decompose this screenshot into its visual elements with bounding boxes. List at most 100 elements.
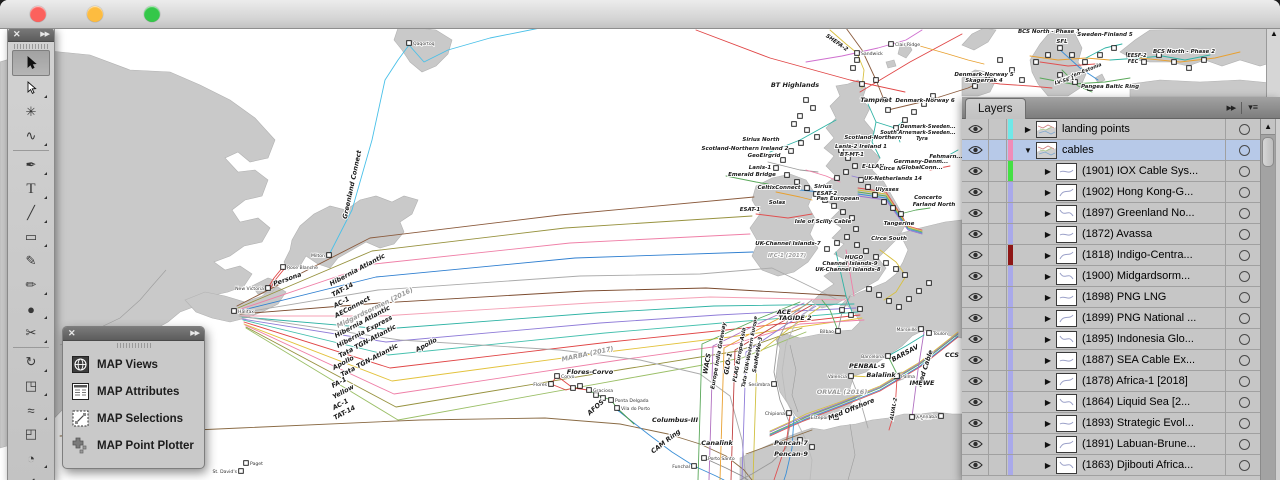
- direct-selection-tool[interactable]: [13, 76, 49, 100]
- cable-label[interactable]: Fehmarn...: [928, 153, 963, 161]
- landing-point[interactable]: [865, 184, 871, 190]
- landing-point[interactable]: [798, 140, 804, 146]
- landing-point[interactable]: [896, 304, 902, 310]
- landing-point[interactable]: [854, 50, 860, 56]
- expand-toggle-icon[interactable]: ▶: [1043, 230, 1053, 239]
- landing-point[interactable]: [614, 405, 620, 411]
- target-circle[interactable]: [1239, 123, 1250, 135]
- width-tool[interactable]: ≈: [13, 398, 49, 422]
- tools-panel-header[interactable]: ✕ ▶▶: [8, 28, 54, 42]
- landing-point[interactable]: [859, 81, 865, 87]
- layer-thumbnail[interactable]: [1056, 372, 1077, 390]
- landing-point[interactable]: [586, 387, 592, 393]
- lock-column-cell[interactable]: [989, 140, 1007, 160]
- cable-label[interactable]: Pencan-9: [773, 449, 809, 459]
- target-circle[interactable]: [1239, 312, 1250, 324]
- expand-toggle-icon[interactable]: ▶: [1043, 209, 1053, 218]
- layer-row[interactable]: ▶ (1891) Labuan-Brune...: [962, 434, 1261, 455]
- landing-point[interactable]: [854, 242, 860, 248]
- cable-label[interactable]: FEC: [1127, 58, 1140, 66]
- layer-thumbnail[interactable]: [1056, 309, 1077, 327]
- landing-point[interactable]: [848, 312, 854, 318]
- target-circle[interactable]: [1239, 396, 1250, 408]
- line-tool[interactable]: ╱: [13, 201, 49, 225]
- layer-row[interactable]: ▶ (1897) Greenland No...: [962, 203, 1261, 224]
- minimize-button[interactable]: [87, 6, 103, 22]
- landing-point[interactable]: [577, 383, 583, 389]
- layer-name[interactable]: (1864) Liquid Sea [2...: [1082, 396, 1190, 408]
- panel-drag-handle[interactable]: [63, 341, 204, 349]
- visibility-toggle-eye-icon[interactable]: [962, 392, 989, 412]
- layer-name[interactable]: (1901) IOX Cable Sys...: [1082, 165, 1198, 177]
- landing-point[interactable]: [326, 252, 332, 258]
- visibility-toggle-eye-icon[interactable]: [962, 413, 989, 433]
- map-panel-item-map-point-plotter[interactable]: MAP Point Plotter: [71, 432, 204, 459]
- layer-name[interactable]: (1872) Avassa: [1082, 228, 1152, 240]
- landing-point[interactable]: [780, 157, 786, 163]
- visibility-toggle-eye-icon[interactable]: [962, 266, 989, 286]
- cable-label[interactable]: Canalink: [700, 438, 734, 448]
- landmass[interactable]: [1129, 79, 1280, 98]
- layer-thumbnail[interactable]: [1056, 393, 1077, 411]
- rectangle-tool[interactable]: ▭: [13, 225, 49, 249]
- landing-point[interactable]: [804, 127, 810, 133]
- landing-point[interactable]: [786, 410, 792, 416]
- landing-point[interactable]: [1082, 59, 1088, 65]
- lock-column-cell[interactable]: [989, 413, 1007, 433]
- cable-label[interactable]: Pan European: [816, 195, 861, 203]
- layers-scrollbar[interactable]: ▲: [1260, 119, 1276, 480]
- map-panel-header[interactable]: ✕ ▶▶: [63, 327, 204, 341]
- visibility-toggle-eye-icon[interactable]: [962, 161, 989, 181]
- landing-point[interactable]: [691, 463, 697, 469]
- landing-point[interactable]: [231, 308, 237, 314]
- cable-label[interactable]: PENBAL-5: [848, 361, 886, 371]
- landing-point[interactable]: [902, 117, 908, 123]
- expand-toggle-icon[interactable]: ▼: [1023, 146, 1033, 155]
- cable-label[interactable]: Skagerrak 4: [964, 77, 1004, 85]
- layer-name[interactable]: (1899) PNG National ...: [1082, 312, 1196, 324]
- lock-column-cell[interactable]: [989, 455, 1007, 475]
- target-circle[interactable]: [1239, 249, 1250, 261]
- landing-point[interactable]: [938, 413, 944, 419]
- window-titlebar[interactable]: [0, 0, 1280, 29]
- landing-point[interactable]: [888, 41, 894, 47]
- cable-label[interactable]: Tangerine: [883, 220, 916, 228]
- layer-row[interactable]: ▶ (1887) SEA Cable Ex...: [962, 350, 1261, 371]
- landing-point[interactable]: [898, 211, 904, 217]
- landing-point[interactable]: [803, 97, 809, 103]
- expand-toggle-icon[interactable]: ▶: [1043, 293, 1053, 302]
- layer-thumbnail[interactable]: [1056, 204, 1077, 222]
- landing-point[interactable]: [863, 248, 869, 254]
- layer-thumbnail[interactable]: [1056, 330, 1077, 348]
- layer-name[interactable]: (1898) PNG LNG: [1082, 291, 1166, 303]
- cable-label[interactable]: Emerald Bridge: [727, 171, 777, 179]
- target-circle[interactable]: [1239, 228, 1250, 240]
- scale-tool[interactable]: ◳: [13, 374, 49, 398]
- cable-label[interactable]: UK-Channel Islands-8: [814, 266, 881, 274]
- cable-label[interactable]: BCS North - Phase 2: [1152, 48, 1216, 56]
- layer-thumbnail[interactable]: [1056, 246, 1077, 264]
- lock-column-cell[interactable]: [989, 203, 1007, 223]
- landing-point[interactable]: [1171, 59, 1177, 65]
- cable-label[interactable]: Isle of Scilly Cable: [794, 218, 853, 226]
- cable-label[interactable]: Circe South: [870, 235, 908, 243]
- landing-point[interactable]: [850, 65, 856, 71]
- landing-point[interactable]: [773, 165, 779, 171]
- cable-label[interactable]: IFC-1 (2017): [767, 252, 807, 260]
- scroll-up-arrow-icon[interactable]: ▲: [1261, 119, 1276, 135]
- layer-name[interactable]: (1900) Midgardsorm...: [1082, 270, 1190, 282]
- visibility-toggle-eye-icon[interactable]: [962, 350, 989, 370]
- layer-name[interactable]: (1895) Indonesia Glo...: [1082, 333, 1194, 345]
- lock-column-cell[interactable]: [989, 371, 1007, 391]
- landing-point[interactable]: [701, 455, 707, 461]
- landing-point[interactable]: [1033, 59, 1039, 65]
- visibility-toggle-eye-icon[interactable]: [962, 203, 989, 223]
- expand-toggle-icon[interactable]: ▶: [1043, 419, 1053, 428]
- scrollbar-thumb[interactable]: [1262, 137, 1275, 167]
- landing-point[interactable]: [843, 169, 849, 175]
- layer-thumbnail[interactable]: [1056, 225, 1077, 243]
- type-tool[interactable]: T: [13, 177, 49, 201]
- layer-row[interactable]: ▶ (1902) Hong Kong-G...: [962, 182, 1261, 203]
- landing-point[interactable]: [1141, 59, 1147, 65]
- cable-label[interactable]: Tyra: [915, 135, 929, 143]
